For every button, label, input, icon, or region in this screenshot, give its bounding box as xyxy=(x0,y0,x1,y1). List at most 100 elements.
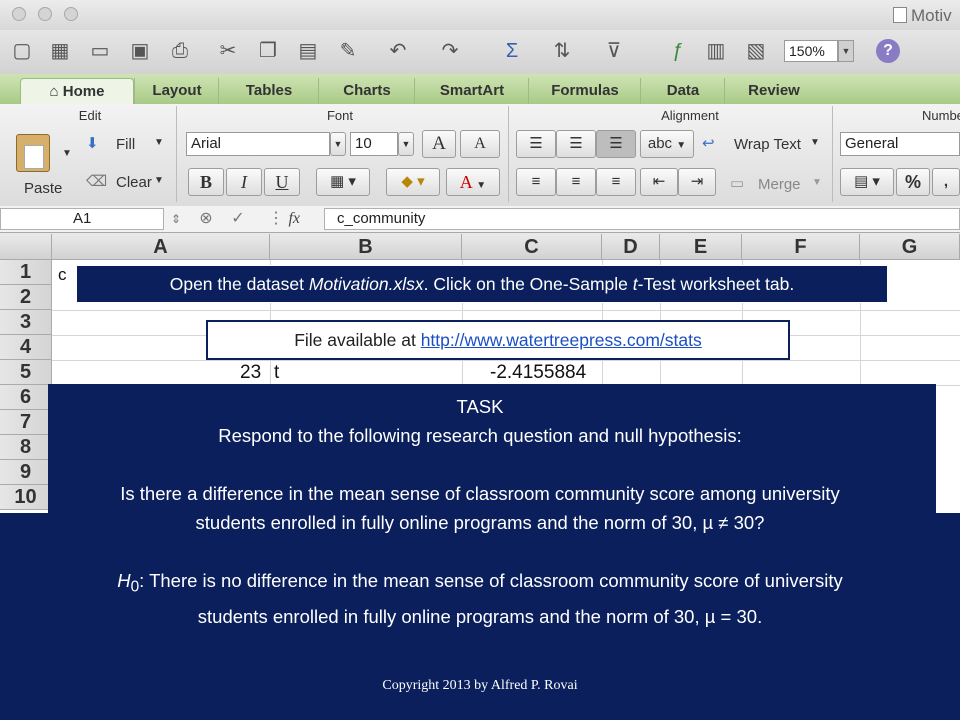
tab-home[interactable]: ⌂ Home xyxy=(20,78,134,105)
font-color-button[interactable]: A ▼ xyxy=(446,168,500,196)
tab-review[interactable]: Review xyxy=(724,78,823,104)
grow-font-button[interactable]: A xyxy=(422,130,456,158)
copyright-text: Copyright 2013 by Alfred P. Rovai xyxy=(382,678,578,693)
bold-button[interactable]: B xyxy=(188,168,224,196)
cut-icon[interactable]: ✂ xyxy=(214,38,242,64)
column-header-e[interactable]: E xyxy=(660,234,742,260)
align-right-icon: ≡ xyxy=(611,173,621,190)
column-header-d[interactable]: D xyxy=(602,234,660,260)
decrease-indent-button[interactable]: ⇤ xyxy=(640,168,678,196)
italic-button[interactable]: I xyxy=(226,168,262,196)
cell-b5[interactable]: t xyxy=(274,360,279,385)
filter-icon[interactable]: ⊽ xyxy=(600,38,628,64)
font-size-select[interactable]: 10 xyxy=(350,132,398,156)
toolbox-icon[interactable]: ▧ xyxy=(742,38,770,64)
redo-icon[interactable]: ↷ xyxy=(436,38,464,64)
file-callout: File available at http://www.watertreepr… xyxy=(206,320,790,360)
column-header-c[interactable]: C xyxy=(462,234,602,260)
column-header-f[interactable]: F xyxy=(742,234,860,260)
cell-a1[interactable]: c xyxy=(58,262,67,287)
zoom-dropdown-icon[interactable]: ▼ xyxy=(838,40,854,62)
align-top-button[interactable]: ☰ xyxy=(516,130,556,158)
borders-button[interactable]: ▦ ▾ xyxy=(316,168,370,196)
eraser-icon[interactable]: ⌫ xyxy=(86,172,107,190)
tab-smartart[interactable]: SmartArt xyxy=(414,78,529,104)
open-icon[interactable]: ▭ xyxy=(86,38,114,64)
minimize-window-button[interactable] xyxy=(38,7,52,21)
wrap-text-button[interactable]: Wrap Text xyxy=(734,136,801,153)
file-link[interactable]: http://www.watertreepress.com/stats xyxy=(421,330,702,350)
paste-label[interactable]: Paste xyxy=(24,180,62,197)
function-wizard-icon[interactable]: ⋮ fx xyxy=(268,209,318,229)
column-header-a[interactable]: A xyxy=(52,234,270,260)
merge-icon[interactable]: ▭ xyxy=(730,174,744,192)
currency-button[interactable]: ▤ ▾ xyxy=(840,168,894,196)
save-icon[interactable]: ▣ xyxy=(126,38,154,64)
row-header[interactable]: 5 xyxy=(0,360,52,385)
tab-data[interactable]: Data xyxy=(640,78,725,104)
fill-color-button[interactable]: ◆ ▾ xyxy=(386,168,440,196)
print-icon[interactable]: ⎙ xyxy=(166,38,194,64)
wrap-text-dropdown-icon[interactable]: ▼ xyxy=(810,137,820,148)
fill-button[interactable]: Fill xyxy=(116,136,135,153)
column-header-b[interactable]: B xyxy=(270,234,462,260)
align-center-button[interactable]: ≡ xyxy=(556,168,596,196)
sort-icon[interactable]: ⇅ xyxy=(548,38,576,64)
instruction-callout: Open the dataset Motivation.xlsx. Click … xyxy=(76,265,888,303)
gallery-icon[interactable]: ▥ xyxy=(702,38,730,64)
font-size-dropdown-icon[interactable]: ▼ xyxy=(398,132,414,156)
font-name-dropdown-icon[interactable]: ▼ xyxy=(330,132,346,156)
name-box[interactable]: A1 xyxy=(0,208,164,230)
tab-charts[interactable]: Charts xyxy=(318,78,415,104)
merge-dropdown-icon[interactable]: ▼ xyxy=(812,177,822,188)
number-format-select[interactable]: General xyxy=(840,132,960,156)
shrink-font-button[interactable]: A xyxy=(460,130,500,158)
zoom-input[interactable]: 150% xyxy=(784,40,838,62)
paste-icon[interactable] xyxy=(16,134,50,172)
cancel-entry-icon[interactable]: ⊗ xyxy=(196,209,216,229)
align-left-button[interactable]: ≡ xyxy=(516,168,556,196)
help-icon[interactable]: ? xyxy=(876,39,900,63)
align-bottom-button[interactable]: ☰ xyxy=(596,130,636,158)
row-header[interactable]: 1 xyxy=(0,260,52,285)
wrap-text-icon[interactable]: ↩ xyxy=(702,134,715,152)
autosum-icon[interactable]: Σ xyxy=(498,38,526,64)
confirm-entry-icon[interactable]: ✓ xyxy=(228,209,248,229)
orientation-button[interactable]: abc ▼ xyxy=(640,130,694,158)
row-header[interactable]: 4 xyxy=(0,335,52,360)
close-window-button[interactable] xyxy=(12,7,26,21)
select-all-corner[interactable] xyxy=(0,234,52,260)
fill-dropdown-icon[interactable]: ▼ xyxy=(154,137,164,148)
clear-button[interactable]: Clear xyxy=(116,174,152,191)
undo-icon[interactable]: ↶ xyxy=(384,38,412,64)
templates-icon[interactable]: ▦ xyxy=(46,38,74,64)
row-header[interactable]: 3 xyxy=(0,310,52,335)
tab-tables[interactable]: Tables xyxy=(218,78,319,104)
cell-a5[interactable]: 23 xyxy=(240,360,261,385)
name-box-stepper-icon[interactable]: ⇕ xyxy=(166,209,186,229)
font-name-select[interactable]: Arial xyxy=(186,132,330,156)
copy-icon[interactable]: ❐ xyxy=(254,38,282,64)
align-middle-button[interactable]: ☰ xyxy=(556,130,596,158)
underline-button[interactable]: U xyxy=(264,168,300,196)
function-icon[interactable]: ƒ xyxy=(664,38,692,64)
column-header-g[interactable]: G xyxy=(860,234,960,260)
align-right-button[interactable]: ≡ xyxy=(596,168,636,196)
new-icon[interactable]: ▢ xyxy=(8,38,36,64)
format-painter-icon[interactable]: ✎ xyxy=(334,38,362,64)
clear-dropdown-icon[interactable]: ▼ xyxy=(154,175,164,186)
percent-button[interactable]: % xyxy=(896,168,930,196)
paste-toolbar-icon[interactable]: ▤ xyxy=(294,38,322,64)
comma-button[interactable]: , xyxy=(932,168,960,196)
zoom-window-button[interactable] xyxy=(64,7,78,21)
merge-button[interactable]: Merge xyxy=(758,176,801,193)
paste-dropdown-icon[interactable]: ▼ xyxy=(62,148,72,159)
fill-icon[interactable]: ⬇ xyxy=(86,134,99,152)
cell-c5[interactable]: -2.4155884 xyxy=(490,360,586,385)
increase-indent-button[interactable]: ⇥ xyxy=(678,168,716,196)
formula-input[interactable]: c_community xyxy=(324,208,960,230)
tab-formulas[interactable]: Formulas xyxy=(528,78,641,104)
tab-layout[interactable]: Layout xyxy=(134,78,219,104)
row-header[interactable]: 2 xyxy=(0,285,52,310)
